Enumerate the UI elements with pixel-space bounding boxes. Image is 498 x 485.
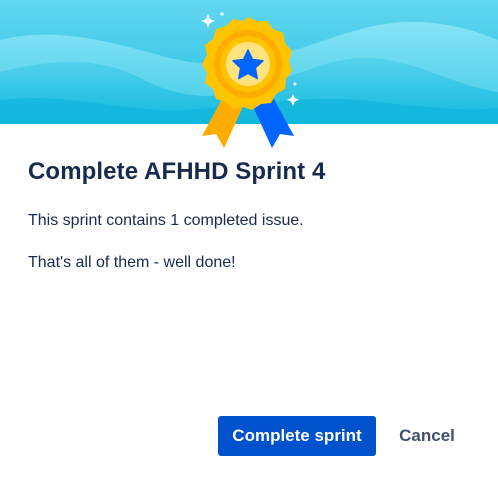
complete-sprint-button[interactable]: Complete sprint <box>218 416 376 456</box>
complete-sprint-dialog: Complete AFHHD Sprint 4 This sprint cont… <box>0 0 498 485</box>
completed-issues-message: This sprint contains 1 completed issue. <box>28 212 304 229</box>
cancel-button[interactable]: Cancel <box>388 416 466 456</box>
award-badge-icon <box>202 17 294 148</box>
well-done-message: That's all of them - well done! <box>28 254 236 271</box>
dialog-title: Complete AFHHD Sprint 4 <box>28 158 326 185</box>
header-illustration <box>0 0 498 160</box>
